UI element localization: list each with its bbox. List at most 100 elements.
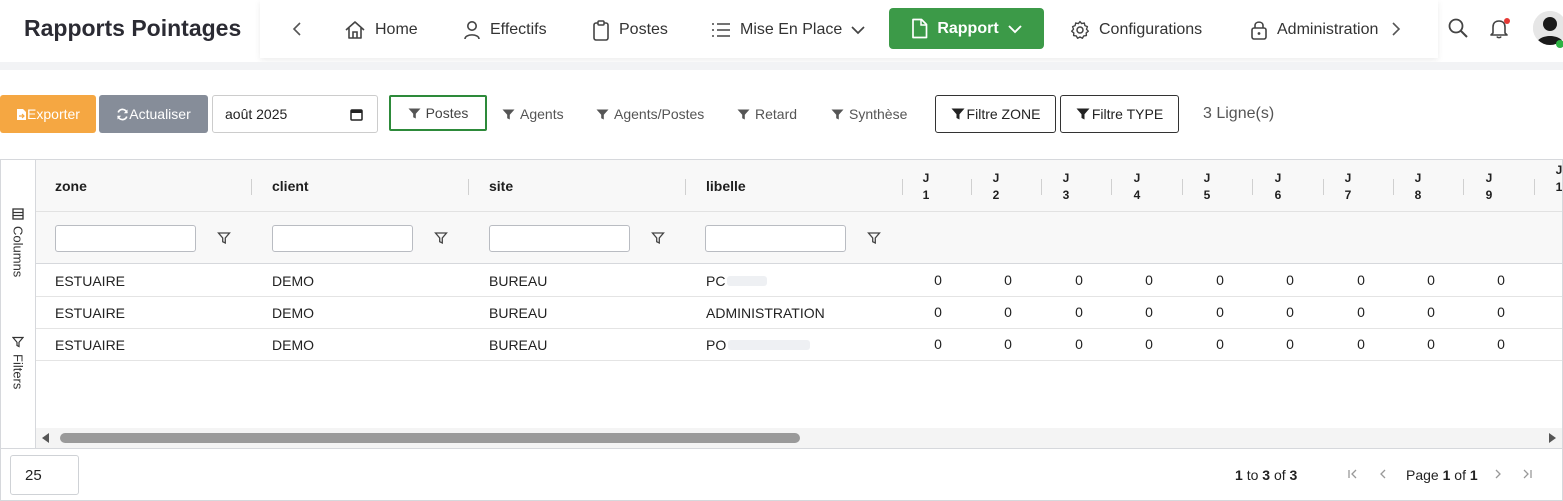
scroll-right-arrow-icon[interactable] bbox=[1548, 433, 1556, 443]
column-resize-handle[interactable] bbox=[902, 179, 903, 195]
column-header-zone[interactable]: zone bbox=[55, 160, 87, 212]
page-size-select[interactable]: 25 bbox=[10, 455, 79, 495]
tab-label: Agents bbox=[520, 106, 564, 122]
nav-scroll-left-button[interactable] bbox=[287, 18, 307, 40]
column-header-libelle[interactable]: libelle bbox=[706, 160, 746, 212]
column-header-day[interactable]: J1 bbox=[1549, 162, 1562, 196]
previous-page-button[interactable] bbox=[1374, 465, 1392, 483]
nav-item-rapport[interactable]: Rapport bbox=[889, 8, 1044, 49]
nav-item-administration[interactable]: Administration bbox=[1250, 16, 1388, 44]
column-header-day[interactable]: J1 bbox=[916, 170, 936, 204]
tab-agents-postes[interactable]: Agents/Postes bbox=[596, 96, 704, 132]
column-header-day[interactable]: J5 bbox=[1197, 170, 1217, 204]
column-header-day[interactable]: J6 bbox=[1268, 170, 1288, 204]
column-resize-handle[interactable] bbox=[1323, 179, 1324, 195]
cell-day: 0 bbox=[934, 336, 942, 352]
column-header-day[interactable]: J9 bbox=[1479, 170, 1499, 204]
chevron-left-icon bbox=[1380, 469, 1386, 479]
column-resize-handle[interactable] bbox=[1463, 179, 1464, 195]
column-header-day[interactable]: J4 bbox=[1127, 170, 1147, 204]
column-resize-handle[interactable] bbox=[1393, 179, 1394, 195]
columns-label: Columns bbox=[10, 226, 26, 278]
funnel-outline-icon[interactable] bbox=[217, 231, 231, 245]
home-icon bbox=[345, 21, 365, 39]
columns-panel-button[interactable]: Columns bbox=[1, 208, 35, 277]
column-resize-handle[interactable] bbox=[1534, 179, 1535, 195]
cell-day: 0 bbox=[1075, 336, 1083, 352]
last-page-button[interactable] bbox=[1518, 465, 1536, 483]
column-resize-handle[interactable] bbox=[1252, 179, 1253, 195]
cell-day: 0 bbox=[1216, 272, 1224, 288]
nav-item-home[interactable]: Home bbox=[344, 16, 418, 44]
client-filter-input[interactable] bbox=[272, 225, 413, 252]
table-row[interactable]: ESTUAIRE DEMO BUREAU PC 0 0 0 0 0 0 0 0 … bbox=[36, 265, 1562, 297]
column-header-day[interactable]: J7 bbox=[1338, 170, 1358, 204]
filters-panel-button[interactable]: Filters bbox=[1, 336, 35, 389]
online-status-dot bbox=[1556, 40, 1563, 48]
tab-retard[interactable]: Retard bbox=[737, 96, 797, 132]
nav-item-postes[interactable]: Postes bbox=[592, 16, 668, 44]
scrollbar-thumb[interactable] bbox=[60, 433, 800, 443]
zone-filter-input[interactable] bbox=[55, 225, 196, 252]
first-page-button[interactable] bbox=[1344, 465, 1362, 483]
nav-item-label: Postes bbox=[619, 21, 668, 38]
tab-postes[interactable]: Postes bbox=[389, 95, 487, 131]
cell-day: 0 bbox=[1357, 336, 1365, 352]
cell-day: 0 bbox=[1286, 336, 1294, 352]
refresh-button[interactable]: Actualiser bbox=[99, 95, 208, 133]
table-row[interactable]: ESTUAIRE DEMO BUREAU ADMINISTRATION 0 0 … bbox=[36, 297, 1562, 329]
horizontal-scrollbar[interactable] bbox=[36, 428, 1562, 448]
next-page-button[interactable] bbox=[1489, 465, 1507, 483]
funnel-outline-icon[interactable] bbox=[651, 231, 665, 245]
site-filter-input[interactable] bbox=[489, 225, 630, 252]
cell-day: 0 bbox=[1497, 336, 1505, 352]
column-resize-handle[interactable] bbox=[971, 179, 972, 195]
column-resize-handle[interactable] bbox=[468, 179, 469, 195]
export-button[interactable]: Exporter bbox=[0, 95, 96, 133]
filter-type-button[interactable]: Filtre TYPE bbox=[1060, 95, 1179, 133]
funnel-icon bbox=[831, 109, 844, 119]
column-header-day[interactable]: J3 bbox=[1056, 170, 1076, 204]
column-resize-handle[interactable] bbox=[685, 179, 686, 195]
row-count: 3 Ligne(s) bbox=[1203, 105, 1275, 122]
column-resize-handle[interactable] bbox=[1111, 179, 1112, 195]
gear-icon bbox=[1071, 20, 1089, 39]
funnel-outline-icon[interactable] bbox=[867, 231, 881, 245]
header-row: zone client site libelle J1 J2 J3 J4 J5 … bbox=[36, 160, 1562, 212]
nav-scroll-right-button[interactable] bbox=[1386, 18, 1406, 40]
cell-libelle: PO bbox=[706, 329, 811, 361]
nav-item-mise-en-place[interactable]: Mise En Place bbox=[711, 16, 865, 44]
tab-agents[interactable]: Agents bbox=[502, 96, 564, 132]
filter-zone-button[interactable]: Filtre ZONE bbox=[935, 95, 1056, 133]
file-export-icon bbox=[17, 108, 27, 120]
redacted-text bbox=[728, 340, 811, 350]
tab-label: Synthèse bbox=[849, 106, 908, 122]
chevron-down-icon bbox=[851, 26, 865, 35]
cell-day: 0 bbox=[1427, 304, 1435, 320]
cell-day: 0 bbox=[1286, 272, 1294, 288]
nav-item-effectifs[interactable]: Effectifs bbox=[463, 16, 547, 44]
first-page-icon bbox=[1348, 469, 1357, 479]
cell-day: 0 bbox=[1216, 304, 1224, 320]
calendar-icon[interactable] bbox=[350, 108, 363, 121]
cell-day: 0 bbox=[1004, 272, 1012, 288]
column-header-day[interactable]: J8 bbox=[1408, 170, 1428, 204]
funnel-outline-icon[interactable] bbox=[434, 231, 448, 245]
column-header-client[interactable]: client bbox=[272, 160, 309, 212]
libelle-filter-input[interactable] bbox=[705, 225, 846, 252]
nav-item-configurations[interactable]: Configurations bbox=[1070, 16, 1202, 44]
month-picker-input[interactable]: août 2025 bbox=[212, 95, 378, 133]
chevron-down-icon bbox=[1007, 24, 1022, 33]
scroll-left-arrow-icon[interactable] bbox=[42, 433, 50, 443]
column-header-site[interactable]: site bbox=[489, 160, 513, 212]
notifications-button[interactable] bbox=[1488, 17, 1512, 41]
cell-day: 0 bbox=[934, 304, 942, 320]
column-resize-handle[interactable] bbox=[251, 179, 252, 195]
table-row[interactable]: ESTUAIRE DEMO BUREAU PO 0 0 0 0 0 0 0 0 … bbox=[36, 329, 1562, 361]
cell-libelle: PC bbox=[706, 265, 768, 297]
tab-synthese[interactable]: Synthèse bbox=[831, 96, 907, 132]
search-button[interactable] bbox=[1447, 17, 1471, 41]
column-header-day[interactable]: J2 bbox=[986, 170, 1006, 204]
column-resize-handle[interactable] bbox=[1182, 179, 1183, 195]
column-resize-handle[interactable] bbox=[1041, 179, 1042, 195]
